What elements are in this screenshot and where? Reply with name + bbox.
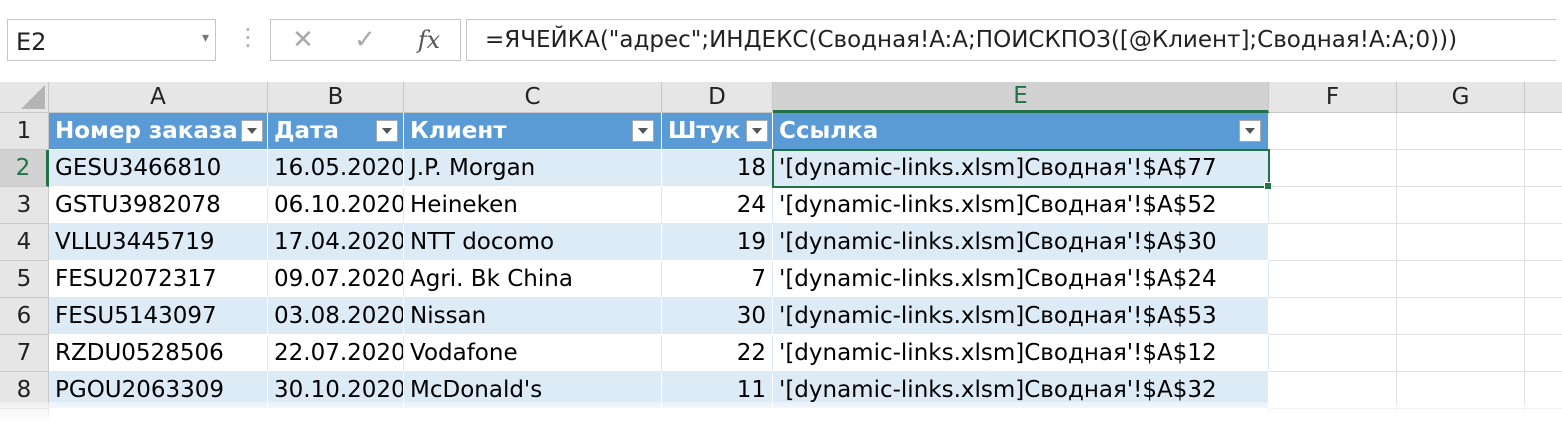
column-header-g[interactable]: G — [1397, 82, 1525, 113]
column-header-e[interactable]: E — [773, 82, 1269, 113]
filter-dropdown-icon[interactable] — [241, 120, 263, 142]
column-header-a[interactable]: A — [49, 82, 268, 113]
table-cell[interactable]: 18 — [662, 150, 773, 187]
bottom-fade — [0, 402, 1562, 422]
row-header-5[interactable]: 5 — [0, 261, 49, 298]
table-header-cell[interactable]: Ссылка — [773, 113, 1269, 150]
grip-icon[interactable]: ⋮ — [236, 24, 260, 50]
filter-dropdown-icon[interactable] — [1239, 120, 1261, 142]
row-header-3[interactable]: 3 — [0, 187, 49, 224]
header-label-link: Ссылка — [779, 118, 879, 144]
table-cell[interactable]: 17.04.2020 — [268, 224, 404, 261]
formula-text: =ЯЧЕЙКА("адрес";ИНДЕКС(Сводная!A:A;ПОИСК… — [485, 27, 1458, 53]
formula-buttons: ✕ ✓ fx — [270, 19, 461, 61]
table-cell[interactable]: 16.05.2020 — [268, 150, 404, 187]
column-header-d[interactable]: D — [662, 82, 773, 113]
table-cell[interactable]: GSTU3982078 — [49, 187, 268, 224]
header-label-qty: Штук — [668, 118, 741, 144]
table-header-cell[interactable]: Штук — [662, 113, 773, 150]
table-cell[interactable]: FESU5143097 — [49, 298, 268, 335]
row-header-1[interactable]: 1 — [0, 113, 49, 150]
table-cell[interactable]: '[dynamic-links.xlsm]Сводная'!$A$77 — [773, 150, 1269, 187]
empty-column-f[interactable] — [1269, 113, 1397, 422]
table-cell[interactable]: '[dynamic-links.xlsm]Сводная'!$A$53 — [773, 298, 1269, 335]
table-cell[interactable]: GESU3466810 — [49, 150, 268, 187]
select-all-icon — [21, 85, 45, 109]
table-cell[interactable]: 22.07.2020 — [268, 335, 404, 372]
table-header-cell[interactable]: Дата — [268, 113, 404, 150]
row-header-7[interactable]: 7 — [0, 335, 49, 372]
fill-handle[interactable] — [1264, 182, 1272, 190]
spreadsheet-grid: A B C D E F G 1 2 3 4 5 6 7 8 Номер зака… — [0, 82, 1562, 422]
filter-dropdown-icon[interactable] — [746, 120, 768, 142]
column-header-c[interactable]: C — [404, 82, 662, 113]
table-cell[interactable]: Agri. Bk China — [404, 261, 662, 298]
table-cell[interactable]: 22 — [662, 335, 773, 372]
table-header-cell[interactable]: Номер заказа — [49, 113, 268, 150]
table-cell[interactable]: 06.10.2020 — [268, 187, 404, 224]
table-cell[interactable]: 09.07.2020 — [268, 261, 404, 298]
table-cell[interactable]: VLLU3445719 — [49, 224, 268, 261]
select-all-button[interactable] — [0, 82, 49, 113]
table-cell[interactable]: '[dynamic-links.xlsm]Сводная'!$A$12 — [773, 335, 1269, 372]
enter-icon[interactable]: ✓ — [337, 20, 393, 60]
name-box[interactable]: E2 ▾ — [7, 19, 216, 61]
table-cell[interactable]: Vodafone — [404, 335, 662, 372]
cancel-icon[interactable]: ✕ — [275, 20, 331, 60]
header-label-order: Номер заказа — [55, 118, 238, 144]
column-header-f[interactable]: F — [1269, 82, 1397, 113]
header-label-client: Клиент — [410, 118, 507, 144]
column-header-overflow — [1525, 82, 1562, 113]
column-header-b[interactable]: B — [268, 82, 404, 113]
table-cell[interactable]: 7 — [662, 261, 773, 298]
table-cell[interactable]: 24 — [662, 187, 773, 224]
table-cell[interactable]: 03.08.2020 — [268, 298, 404, 335]
empty-column-overflow — [1525, 113, 1562, 422]
table-cell[interactable]: Heineken — [404, 187, 662, 224]
filter-dropdown-icon[interactable] — [632, 120, 654, 142]
table-cell[interactable]: RZDU0528506 — [49, 335, 268, 372]
table-cell[interactable]: '[dynamic-links.xlsm]Сводная'!$A$52 — [773, 187, 1269, 224]
formula-input[interactable]: =ЯЧЕЙКА("адрес";ИНДЕКС(Сводная!A:A;ПОИСК… — [466, 19, 1556, 61]
table-cell[interactable]: Nissan — [404, 298, 662, 335]
formula-bar: E2 ▾ ⋮ ✕ ✓ fx =ЯЧЕЙКА("адрес";ИНДЕКС(Сво… — [0, 0, 1562, 82]
table-cell[interactable]: 19 — [662, 224, 773, 261]
table-cell[interactable]: FESU2072317 — [49, 261, 268, 298]
header-label-date: Дата — [274, 118, 339, 144]
filter-dropdown-icon[interactable] — [376, 120, 398, 142]
empty-column-g[interactable] — [1397, 113, 1525, 422]
row-header-6[interactable]: 6 — [0, 298, 49, 335]
table-cell[interactable]: NTT docomo — [404, 224, 662, 261]
table-cell[interactable]: J.P. Morgan — [404, 150, 662, 187]
table-cell[interactable]: '[dynamic-links.xlsm]Сводная'!$A$24 — [773, 261, 1269, 298]
table-cell[interactable]: 30 — [662, 298, 773, 335]
table-header-cell[interactable]: Клиент — [404, 113, 662, 150]
table-cell[interactable]: '[dynamic-links.xlsm]Сводная'!$A$30 — [773, 224, 1269, 261]
insert-function-icon[interactable]: fx — [401, 20, 457, 60]
chevron-down-icon[interactable]: ▾ — [202, 30, 209, 46]
row-header-2[interactable]: 2 — [0, 150, 49, 187]
name-box-value: E2 — [16, 28, 47, 56]
row-header-4[interactable]: 4 — [0, 224, 49, 261]
